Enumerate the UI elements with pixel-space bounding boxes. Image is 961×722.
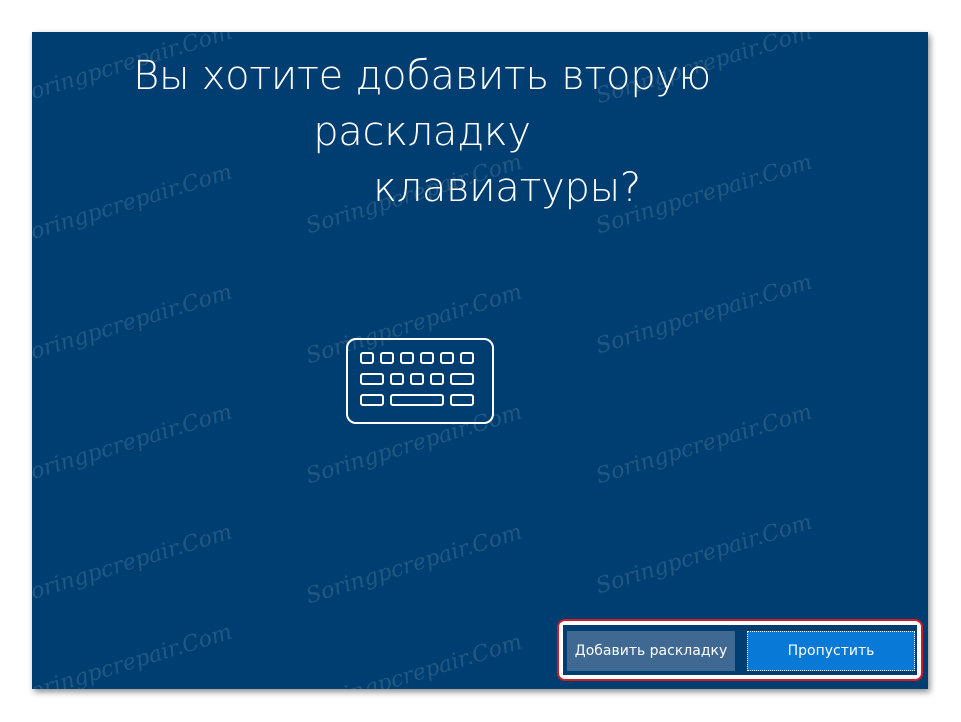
watermark: Soringpcrepair.Com (303, 629, 526, 689)
watermark: Soringpcrepair.Com (32, 399, 236, 490)
watermark: Soringpcrepair.Com (32, 619, 236, 689)
keyboard-icon (346, 338, 494, 424)
watermark: Soringpcrepair.Com (32, 519, 236, 610)
page-title: Вы хотите добавить вторую раскладку клав… (32, 48, 812, 216)
button-bar: Добавить раскладку Пропустить (563, 625, 917, 675)
add-layout-button[interactable]: Добавить раскладку (567, 631, 735, 671)
oobe-window: Soringpcrepair.Com Soringpcrepair.Com So… (32, 32, 928, 689)
watermark: Soringpcrepair.Com (32, 279, 236, 370)
watermark: Soringpcrepair.Com (303, 519, 526, 610)
watermark: Soringpcrepair.Com (593, 269, 816, 360)
watermark: Soringpcrepair.Com (593, 399, 816, 490)
title-line-1: Вы хотите добавить вторую раскладку (133, 53, 711, 155)
title-line-2: клавиатуры? (373, 165, 641, 211)
buttons-highlight-frame: Добавить раскладку Пропустить (557, 619, 923, 681)
watermark: Soringpcrepair.Com (593, 509, 816, 600)
skip-button[interactable]: Пропустить (747, 631, 915, 671)
screenshot-canvas: Soringpcrepair.Com Soringpcrepair.Com So… (0, 0, 961, 722)
